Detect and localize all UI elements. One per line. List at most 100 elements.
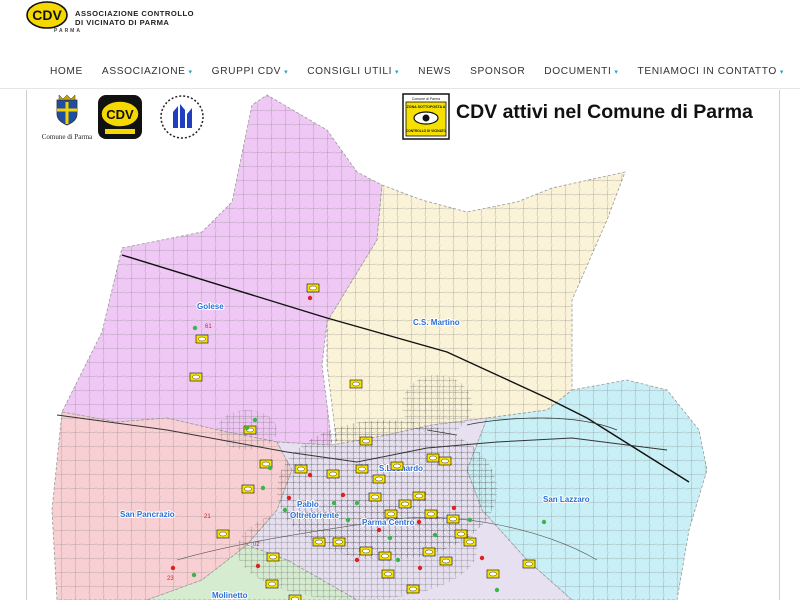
chevron-down-icon: ▾ bbox=[779, 68, 784, 76]
eye-icon bbox=[371, 494, 379, 500]
red-marker-dot bbox=[451, 505, 457, 511]
green-marker-dot bbox=[191, 572, 197, 578]
nav-label: GRUPPI CDV bbox=[211, 66, 282, 77]
eye-icon bbox=[262, 461, 270, 467]
badge-text: CDV bbox=[32, 7, 62, 23]
red-marker-dot bbox=[340, 492, 346, 498]
sign-bottom: CONTROLLO DI VICINATO bbox=[406, 129, 447, 133]
eye-icon bbox=[362, 438, 370, 444]
eye-icon bbox=[384, 571, 392, 577]
label-san-pancrazio: San Pancrazio bbox=[120, 510, 175, 519]
marker-number: 02 bbox=[253, 542, 260, 548]
eye-icon bbox=[375, 476, 383, 482]
eye-icon bbox=[244, 486, 252, 492]
red-marker-dot bbox=[307, 295, 313, 301]
eye-icon bbox=[352, 381, 360, 387]
eye-icon bbox=[192, 374, 200, 380]
red-marker-dot bbox=[479, 555, 485, 561]
green-marker-dot bbox=[541, 519, 547, 525]
sign-mid: ZONA SOTTOPOSTA A bbox=[407, 105, 446, 109]
nav-associazione[interactable]: ASSOCIAZIONE ▾ bbox=[102, 66, 193, 77]
nav-gruppi-cdv[interactable]: GRUPPI CDV ▾ bbox=[212, 66, 289, 77]
chevron-down-icon: ▾ bbox=[284, 68, 289, 76]
green-marker-dot bbox=[432, 532, 438, 538]
cdv-map-image: Golese C.S. Martino S.Leonardo San Lazza… bbox=[26, 90, 780, 600]
nav-documenti[interactable]: DOCUMENTI ▾ bbox=[544, 66, 618, 77]
cdv-logo-text: CDV bbox=[106, 107, 134, 122]
eye-icon bbox=[457, 531, 465, 537]
red-marker-dot bbox=[416, 519, 422, 525]
eye-icon bbox=[429, 455, 437, 461]
label-golese: Golese bbox=[197, 302, 224, 311]
red-marker-dot bbox=[354, 557, 360, 563]
label-san-lazzaro: San Lazzaro bbox=[543, 495, 590, 504]
nav-home[interactable]: HOME bbox=[50, 66, 83, 77]
green-marker-dot bbox=[331, 500, 337, 506]
header-divider bbox=[0, 88, 800, 89]
eye-icon bbox=[309, 285, 317, 291]
green-marker-dot bbox=[395, 557, 401, 563]
neighborhood-watch-sign-icon: Comune di Parma ZONA SOTTOPOSTA A CONTRO… bbox=[402, 93, 450, 140]
brand-line-2: DI VICINATO DI PARMA bbox=[75, 18, 170, 27]
eye-icon bbox=[466, 539, 474, 545]
green-marker-dot bbox=[494, 587, 500, 593]
eye-icon bbox=[442, 558, 450, 564]
marker-number: 21 bbox=[204, 514, 211, 520]
green-marker-dot bbox=[387, 535, 393, 541]
parma-district-map: Golese C.S. Martino S.Leonardo San Lazza… bbox=[51, 94, 708, 600]
brand-name: ASSOCIAZIONE CONTROLLO DI VICINATO DI PA… bbox=[75, 9, 194, 27]
police-logo-icon bbox=[160, 95, 204, 139]
brand-sub: PARMA bbox=[54, 28, 82, 34]
site-header: CDV ASSOCIAZIONE CONTROLLO DI VICINATO D… bbox=[0, 0, 800, 90]
eye-icon bbox=[489, 571, 497, 577]
chevron-down-icon: ▾ bbox=[614, 68, 619, 76]
nav-teniamoci-in-contatto[interactable]: TENIAMOCI IN CONTATTO ▾ bbox=[638, 66, 785, 77]
eye-icon bbox=[268, 581, 276, 587]
marker-number: 23 bbox=[167, 576, 174, 582]
comune-label: Comune di Parma bbox=[41, 133, 93, 141]
eye-icon bbox=[381, 553, 389, 559]
marker-number: 61 bbox=[205, 324, 212, 330]
nav-label: CONSIGLI UTILI bbox=[307, 66, 393, 77]
red-marker-dot bbox=[307, 472, 313, 478]
red-marker-dot bbox=[286, 495, 292, 501]
eye-icon bbox=[401, 501, 409, 507]
eye-icon bbox=[425, 549, 433, 555]
eye-icon bbox=[427, 511, 435, 517]
eye-icon bbox=[409, 586, 417, 592]
green-marker-dot bbox=[354, 500, 360, 506]
eye-icon bbox=[269, 554, 277, 560]
eye-icon bbox=[387, 511, 395, 517]
chevron-down-icon: ▾ bbox=[188, 68, 193, 76]
green-marker-dot bbox=[260, 485, 266, 491]
nav-news[interactable]: NEWS bbox=[418, 66, 451, 77]
green-marker-dot bbox=[282, 507, 288, 513]
red-marker-dot bbox=[417, 565, 423, 571]
map-title: CDV attivi nel Comune di Parma bbox=[456, 101, 753, 123]
red-marker-dot bbox=[170, 565, 176, 571]
eye-icon bbox=[329, 471, 337, 477]
chevron-down-icon: ▾ bbox=[395, 68, 400, 76]
nav-label: ASSOCIAZIONE bbox=[101, 66, 186, 77]
green-marker-dot bbox=[192, 325, 198, 331]
eye-icon bbox=[415, 493, 423, 499]
green-marker-dot bbox=[267, 465, 273, 471]
comune-logo: Comune di Parma bbox=[37, 94, 97, 141]
eye-icon bbox=[441, 458, 449, 464]
eye-icon bbox=[335, 539, 343, 545]
site-logo[interactable]: CDV ASSOCIAZIONE CONTROLLO DI VICINATO D… bbox=[25, 1, 194, 34]
eye-icon bbox=[362, 548, 370, 554]
red-marker-dot bbox=[255, 563, 261, 569]
nav-consigli-utili[interactable]: CONSIGLI UTILI ▾ bbox=[307, 66, 399, 77]
nav-sponsor[interactable]: SPONSOR bbox=[470, 66, 525, 77]
red-marker-dot bbox=[376, 527, 382, 533]
label-molinetto: Molinetto bbox=[212, 591, 248, 600]
page: CDV ASSOCIAZIONE CONTROLLO DI VICINATO D… bbox=[0, 0, 800, 600]
green-marker-dot bbox=[244, 425, 250, 431]
eye-icon bbox=[449, 516, 457, 522]
nav-label: DOCUMENTI bbox=[544, 66, 612, 77]
green-marker-dot bbox=[345, 517, 351, 523]
green-marker-dot bbox=[252, 417, 258, 423]
label-parma-centro: Parma Centro bbox=[362, 518, 415, 527]
green-marker-dot bbox=[467, 517, 473, 523]
